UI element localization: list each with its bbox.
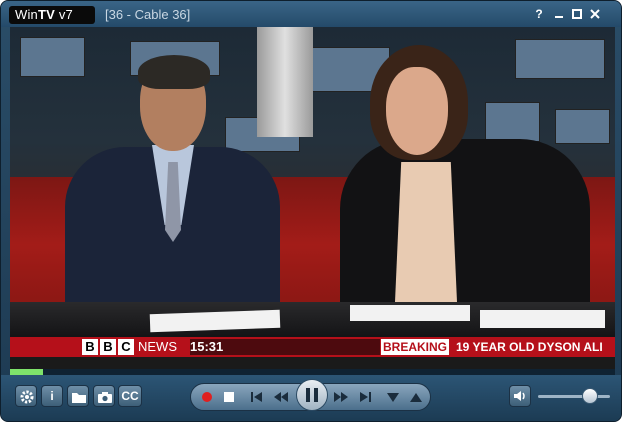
help-button[interactable]: ? [531, 6, 547, 22]
channel-down-icon[interactable] [383, 387, 403, 407]
closed-captions-button[interactable]: CC [118, 385, 142, 407]
close-icon[interactable] [587, 6, 603, 22]
volume-icon[interactable] [509, 385, 531, 407]
wintv-window: WinTV v7 [36 - Cable 36] ? B B C NEWS 15… [0, 0, 622, 422]
minimize-icon[interactable] [551, 6, 567, 22]
female-presenter-head [386, 67, 448, 155]
maximize-icon[interactable] [569, 6, 585, 22]
bbc-letter: B [82, 339, 98, 355]
fast-forward-icon[interactable] [331, 387, 351, 407]
camera-icon[interactable] [93, 385, 115, 407]
bbc-letter: C [118, 339, 134, 355]
female-presenter-blouse [395, 162, 457, 302]
desk-papers [350, 305, 470, 321]
desk-papers [480, 310, 605, 328]
volume-slider-knob[interactable] [581, 388, 598, 404]
studio-pillar [257, 27, 313, 137]
female-presenter [340, 139, 590, 329]
volume-slider-track[interactable] [538, 395, 610, 398]
folder-icon[interactable] [67, 385, 89, 407]
clock-time: 15:31 [190, 339, 224, 354]
male-presenter-hair [138, 55, 210, 89]
control-bar: i CC [1, 375, 621, 421]
wintv-logo: WinTV v7 [9, 6, 95, 24]
ticker-headline: 19 YEAR OLD DYSON ALI [456, 340, 603, 354]
video-display[interactable]: B B C NEWS 15:31 BREAKING 19 YEAR OLD DY… [10, 27, 615, 369]
studio-monitor [555, 109, 610, 144]
ticker-lower-strip [10, 357, 615, 369]
channel-up-icon[interactable] [406, 387, 426, 407]
pause-icon[interactable] [296, 379, 328, 411]
rewind-icon[interactable] [271, 387, 291, 407]
channel-title: [36 - Cable 36] [105, 7, 191, 22]
network-name: NEWS [138, 339, 177, 354]
gear-icon[interactable] [15, 385, 37, 407]
breaking-badge: BREAKING [381, 339, 449, 355]
record-icon[interactable] [197, 387, 217, 407]
bbc-letter: B [100, 339, 116, 355]
info-button[interactable]: i [41, 385, 63, 407]
skip-back-icon[interactable] [247, 387, 267, 407]
studio-monitor [20, 37, 85, 77]
broadcast-clock: 15:31 [190, 339, 380, 355]
stop-icon[interactable] [219, 387, 239, 407]
studio-monitor [515, 39, 605, 79]
bbc-logo: B B C [82, 339, 134, 355]
title-bar[interactable]: WinTV v7 [36 - Cable 36] ? [1, 1, 621, 27]
studio-monitor [485, 102, 540, 142]
skip-forward-icon[interactable] [355, 387, 375, 407]
news-ticker: B B C NEWS 15:31 BREAKING 19 YEAR OLD DY… [10, 337, 615, 357]
